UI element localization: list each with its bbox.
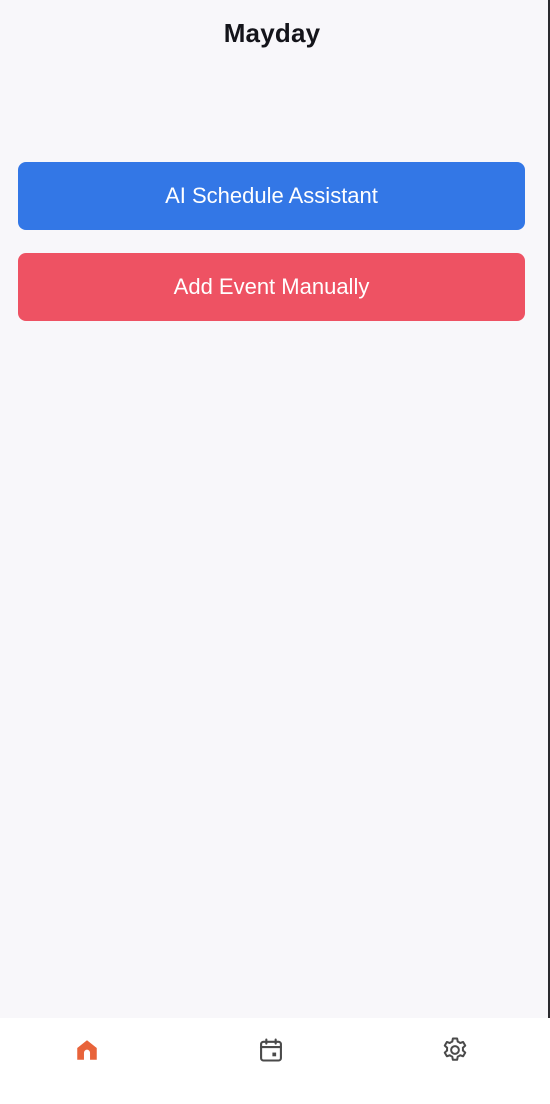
page-title: Mayday: [223, 18, 321, 48]
tab-calendar[interactable]: [251, 1030, 291, 1070]
bottom-tab-bar: [0, 1018, 550, 1104]
tab-settings[interactable]: [435, 1030, 475, 1070]
gear-icon: [440, 1035, 470, 1065]
app-screen: Mayday AI Schedule Assistant Add Event M…: [0, 0, 550, 1104]
calendar-icon: [257, 1036, 285, 1064]
add-event-manually-button[interactable]: Add Event Manually: [18, 253, 525, 321]
ai-schedule-assistant-button[interactable]: AI Schedule Assistant: [18, 162, 525, 230]
header: Mayday: [0, 18, 544, 49]
home-icon: [74, 1037, 100, 1063]
tab-home[interactable]: [67, 1030, 107, 1070]
